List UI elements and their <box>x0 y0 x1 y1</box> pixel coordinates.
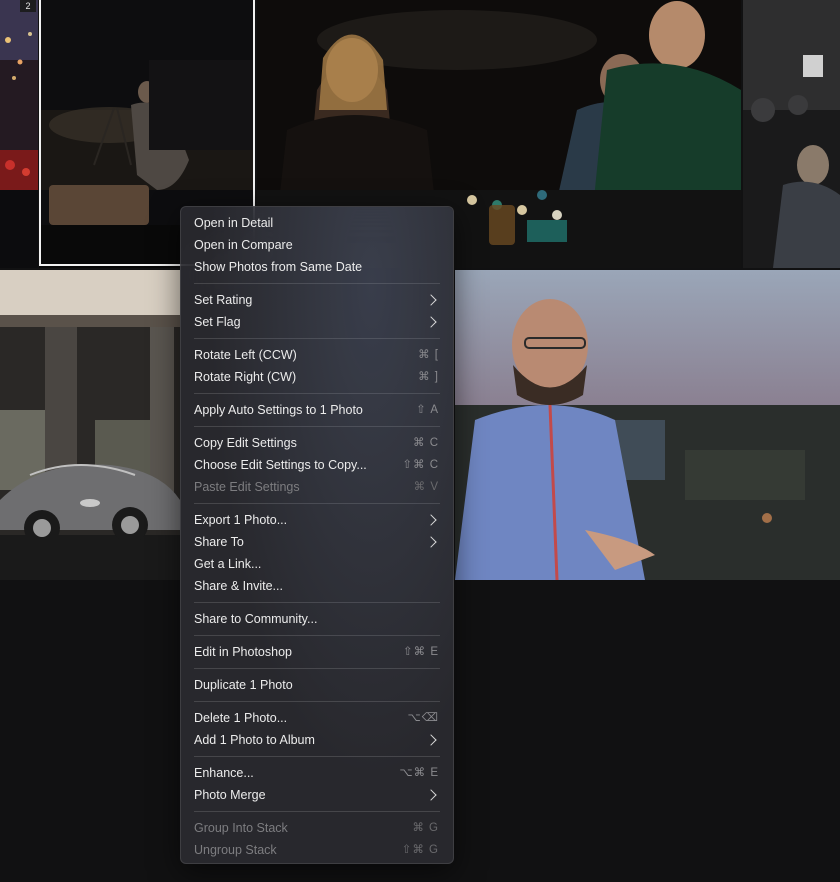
menu-item-group-into-stack: Group Into Stack ⌘ G <box>181 817 453 839</box>
menu-item-share-invite[interactable]: Share & Invite... <box>181 575 453 597</box>
menu-item-shortcut: ⇧⌘ C <box>402 459 439 471</box>
menu-item-ungroup-stack: Ungroup Stack ⇧⌘ G <box>181 839 453 861</box>
menu-item-shortcut: ⇧ A <box>416 404 439 416</box>
thumbnail-count-badge: 2 <box>20 0 36 12</box>
menu-item-label: Share to Community... <box>194 612 318 626</box>
menu-item-rotate-right-cw[interactable]: Rotate Right (CW) ⌘ ] <box>181 366 453 388</box>
menu-separator <box>194 426 440 427</box>
menu-item-label: Copy Edit Settings <box>194 436 297 450</box>
menu-item-shortcut: ⌥⌫ <box>407 712 439 724</box>
menu-item-shortcut: ⇧⌘ G <box>401 844 439 856</box>
menu-item-share-to-community[interactable]: Share to Community... <box>181 608 453 630</box>
menu-item-set-flag[interactable]: Set Flag <box>181 311 453 333</box>
menu-item-label: Paste Edit Settings <box>194 480 300 494</box>
menu-separator <box>194 393 440 394</box>
menu-item-shortcut: ⌥⌘ E <box>399 767 439 779</box>
menu-item-duplicate-1-photo[interactable]: Duplicate 1 Photo <box>181 674 453 696</box>
menu-item-set-rating[interactable]: Set Rating <box>181 289 453 311</box>
menu-item-label: Choose Edit Settings to Copy... <box>194 458 367 472</box>
menu-item-label: Apply Auto Settings to 1 Photo <box>194 403 363 417</box>
context-menu: Open in Detail Open in Compare Show Photos… <box>180 206 454 864</box>
chevron-right-icon <box>425 294 437 306</box>
menu-item-apply-auto-settings-to-1-photo[interactable]: Apply Auto Settings to 1 Photo ⇧ A <box>181 399 453 421</box>
menu-item-label: Open in Detail <box>194 216 274 230</box>
menu-item-label: Share To <box>194 535 244 549</box>
menu-item-delete-1-photo[interactable]: Delete 1 Photo... ⌥⌫ <box>181 707 453 729</box>
photo-thumbnail-portrait[interactable] <box>455 270 840 580</box>
menu-item-label: Export 1 Photo... <box>194 513 288 527</box>
photo-thumbnail-night-lights[interactable]: 2 <box>0 0 38 268</box>
chevron-right-icon <box>425 789 437 801</box>
menu-item-get-a-link[interactable]: Get a Link... <box>181 553 453 575</box>
menu-item-label: Enhance... <box>194 766 254 780</box>
menu-item-shortcut: ⇧⌘ E <box>402 646 439 658</box>
chevron-right-icon <box>425 316 437 328</box>
menu-item-shortcut: ⌘ V <box>413 481 439 493</box>
menu-item-share-to[interactable]: Share To <box>181 531 453 553</box>
menu-item-copy-edit-settings[interactable]: Copy Edit Settings ⌘ C <box>181 432 453 454</box>
menu-item-label: Show Photos from Same Date <box>194 260 363 274</box>
menu-separator <box>194 602 440 603</box>
menu-item-label: Open in Compare <box>194 238 293 252</box>
menu-item-label: Add 1 Photo to Album <box>194 733 315 747</box>
menu-item-open-in-detail[interactable]: Open in Detail <box>181 212 453 234</box>
menu-item-open-in-compare[interactable]: Open in Compare <box>181 234 453 256</box>
menu-item-label: Edit in Photoshop <box>194 645 292 659</box>
menu-item-choose-edit-settings-to-copy[interactable]: Choose Edit Settings to Copy... ⇧⌘ C <box>181 454 453 476</box>
menu-item-edit-in-photoshop[interactable]: Edit in Photoshop ⇧⌘ E <box>181 641 453 663</box>
menu-item-label: Get a Link... <box>194 557 262 571</box>
menu-separator <box>194 338 440 339</box>
menu-separator <box>194 811 440 812</box>
menu-item-label: Set Rating <box>194 293 253 307</box>
menu-item-shortcut: ⌘ ] <box>418 371 439 383</box>
menu-separator <box>194 701 440 702</box>
menu-item-label: Rotate Left (CCW) <box>194 348 297 362</box>
menu-item-show-photos-from-same-date[interactable]: Show Photos from Same Date <box>181 256 453 278</box>
menu-item-label: Group Into Stack <box>194 821 288 835</box>
menu-item-label: Duplicate 1 Photo <box>194 678 293 692</box>
menu-item-label: Photo Merge <box>194 788 266 802</box>
menu-separator <box>194 283 440 284</box>
menu-item-label: Ungroup Stack <box>194 843 277 857</box>
menu-item-label: Set Flag <box>194 315 241 329</box>
menu-item-export-1-photo[interactable]: Export 1 Photo... <box>181 509 453 531</box>
chevron-right-icon <box>425 514 437 526</box>
menu-item-add-1-photo-to-album[interactable]: Add 1 Photo to Album <box>181 729 453 751</box>
menu-item-label: Delete 1 Photo... <box>194 711 288 725</box>
menu-separator <box>194 635 440 636</box>
menu-item-enhance[interactable]: Enhance... ⌥⌘ E <box>181 762 453 784</box>
chevron-right-icon <box>425 536 437 548</box>
menu-separator <box>194 756 440 757</box>
photo-thumbnail-sports-car[interactable] <box>0 270 180 580</box>
menu-item-label: Share & Invite... <box>194 579 283 593</box>
menu-item-paste-edit-settings: Paste Edit Settings ⌘ V <box>181 476 453 498</box>
chevron-right-icon <box>425 734 437 746</box>
menu-item-shortcut: ⌘ [ <box>418 349 439 361</box>
menu-separator <box>194 668 440 669</box>
menu-item-photo-merge[interactable]: Photo Merge <box>181 784 453 806</box>
menu-separator <box>194 503 440 504</box>
photo-thumbnail-restaurant[interactable] <box>743 0 840 268</box>
menu-item-label: Rotate Right (CW) <box>194 370 297 384</box>
menu-item-shortcut: ⌘ C <box>413 437 439 449</box>
menu-item-shortcut: ⌘ G <box>412 822 439 834</box>
menu-item-rotate-left-ccw[interactable]: Rotate Left (CCW) ⌘ [ <box>181 344 453 366</box>
